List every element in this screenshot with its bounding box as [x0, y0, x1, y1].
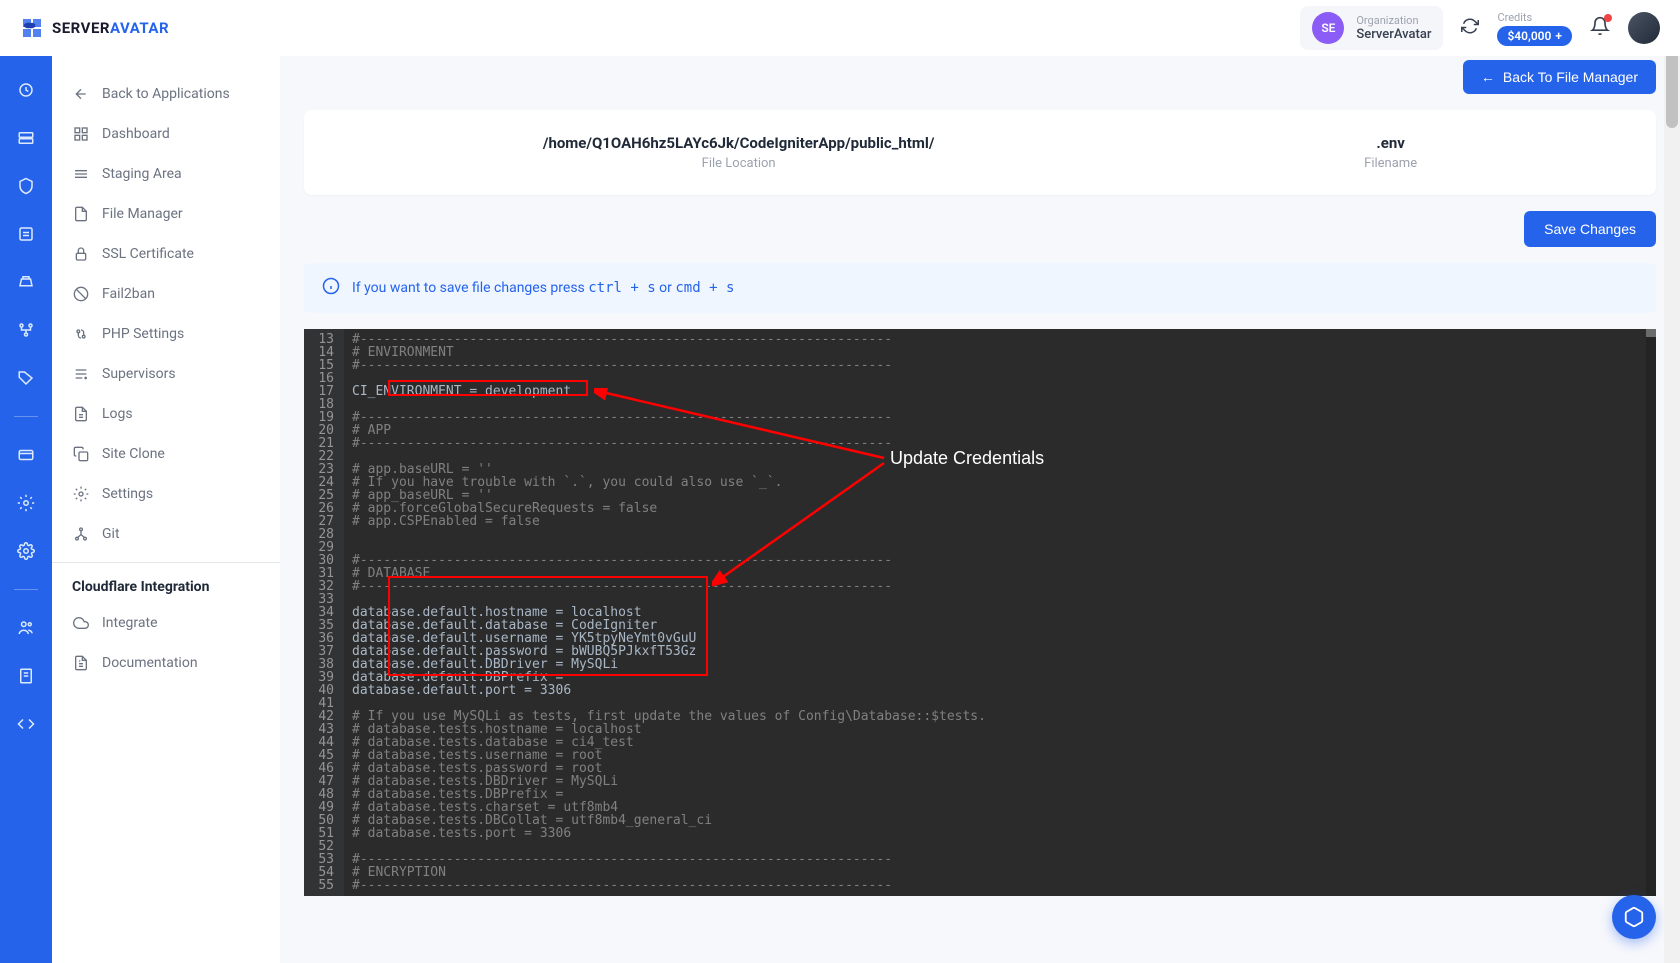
- sidebar-db-icon[interactable]: [16, 224, 36, 244]
- back-button-label: Back To File Manager: [1503, 69, 1638, 85]
- org-label: Organization: [1356, 14, 1431, 27]
- side-nav: Back to Applications Dashboard Staging Ar…: [52, 56, 280, 963]
- nav-label: Fail2ban: [102, 286, 155, 302]
- sidenav-item-site-clone[interactable]: Site Clone: [52, 434, 280, 474]
- sidenav-item-documentation[interactable]: Documentation: [52, 643, 280, 683]
- page-scrollbar[interactable]: [1664, 0, 1680, 963]
- sidenav-item-dashboard[interactable]: Dashboard: [52, 114, 280, 154]
- arrow-left-icon: [72, 85, 90, 103]
- sidenav-item-file-manager[interactable]: File Manager: [52, 194, 280, 234]
- nav-label: Git: [102, 526, 120, 542]
- sidenav-item-php-settings[interactable]: PHP Settings: [52, 314, 280, 354]
- save-hint: If you want to save file changes press c…: [304, 263, 1656, 313]
- nav-icon: [72, 325, 90, 343]
- sidebar-docs-icon[interactable]: [16, 666, 36, 686]
- organization-selector[interactable]: SE Organization ServerAvatar: [1300, 6, 1443, 50]
- sidebar-tag-icon[interactable]: [16, 368, 36, 388]
- back-label: Back to Applications: [102, 86, 230, 102]
- editor-scrollbar[interactable]: [1646, 329, 1656, 896]
- nav-icon: [72, 125, 90, 143]
- icon-sidebar: [0, 56, 52, 963]
- notification-dot: [1604, 14, 1612, 22]
- file-location-label: File Location: [543, 156, 935, 171]
- nav-label: Dashboard: [102, 126, 170, 142]
- file-location-value: /home/Q1OAH6hz5LAYc6Jk/CodeIgniterApp/pu…: [543, 134, 935, 152]
- nav-icon: [72, 245, 90, 263]
- back-to-applications[interactable]: Back to Applications: [52, 74, 280, 114]
- nav-label: Staging Area: [102, 166, 182, 182]
- line-gutter: 1314151617181920212223242526272829303132…: [304, 329, 344, 896]
- nav-label: Logs: [102, 406, 133, 422]
- back-to-file-manager-button[interactable]: ← Back To File Manager: [1463, 60, 1656, 94]
- org-avatar: SE: [1312, 12, 1344, 44]
- nav-label: PHP Settings: [102, 326, 184, 342]
- nav-icon: [72, 445, 90, 463]
- credits-badge[interactable]: $40,000 +: [1497, 26, 1572, 46]
- sidebar-code-icon[interactable]: [16, 714, 36, 734]
- nav-label: Documentation: [102, 655, 198, 671]
- sidebar-network-icon[interactable]: [16, 320, 36, 340]
- sidenav-item-logs[interactable]: Logs: [52, 394, 280, 434]
- filename-label: Filename: [1364, 156, 1417, 171]
- save-changes-button[interactable]: Save Changes: [1524, 211, 1656, 247]
- sidenav-item-supervisors[interactable]: Supervisors: [52, 354, 280, 394]
- refresh-icon[interactable]: [1461, 17, 1479, 39]
- header: SERVERAVATAR SE Organization ServerAvata…: [0, 0, 1680, 56]
- logo[interactable]: SERVERAVATAR: [20, 16, 169, 40]
- nav-icon: [72, 205, 90, 223]
- credits-label: Credits: [1497, 11, 1572, 24]
- sidebar-team-icon[interactable]: [16, 618, 36, 638]
- sidenav-item-fail2ban[interactable]: Fail2ban: [52, 274, 280, 314]
- filename-value: .env: [1364, 134, 1417, 152]
- nav-icon: [72, 165, 90, 183]
- nav-label: SSL Certificate: [102, 246, 194, 262]
- code-content[interactable]: Update Credentials #--------------------…: [344, 329, 1656, 896]
- nav-label: Site Clone: [102, 446, 165, 462]
- main-content: ← Back To File Manager /home/Q1OAH6hz5LA…: [280, 56, 1680, 963]
- sidebar-dashboard-icon[interactable]: [16, 80, 36, 100]
- credits-box: Credits $40,000 +: [1497, 11, 1572, 46]
- arrow-left-icon: ←: [1481, 69, 1495, 85]
- user-avatar[interactable]: [1628, 12, 1660, 44]
- nav-icon: [72, 614, 90, 632]
- logo-text: SERVERAVATAR: [52, 19, 169, 37]
- nav-label: Settings: [102, 486, 153, 502]
- nav-icon: [72, 654, 90, 672]
- sidebar-storage-icon[interactable]: [16, 272, 36, 292]
- sidenav-item-git[interactable]: Git: [52, 514, 280, 554]
- info-icon: [322, 277, 340, 299]
- code-editor[interactable]: 1314151617181920212223242526272829303132…: [304, 329, 1656, 896]
- nav-label: Supervisors: [102, 366, 176, 382]
- help-fab[interactable]: [1612, 895, 1656, 939]
- sidebar-apps-icon[interactable]: [16, 176, 36, 196]
- nav-icon: [72, 365, 90, 383]
- sidenav-item-staging-area[interactable]: Staging Area: [52, 154, 280, 194]
- nav-icon: [72, 525, 90, 543]
- nav-icon: [72, 405, 90, 423]
- annotation-label: Update Credentials: [890, 449, 1044, 467]
- sidebar-servers-icon[interactable]: [16, 128, 36, 148]
- notifications-icon[interactable]: [1590, 16, 1610, 40]
- cloudflare-section-header: Cloudflare Integration: [52, 562, 280, 603]
- nav-icon: [72, 285, 90, 303]
- sidebar-gear-icon[interactable]: [16, 493, 36, 513]
- file-info-card: /home/Q1OAH6hz5LAYc6Jk/CodeIgniterApp/pu…: [304, 110, 1656, 195]
- sidenav-item-integrate[interactable]: Integrate: [52, 603, 280, 643]
- org-name: ServerAvatar: [1356, 27, 1431, 42]
- sidebar-card-icon[interactable]: [16, 445, 36, 465]
- nav-icon: [72, 485, 90, 503]
- sidenav-item-ssl-certificate[interactable]: SSL Certificate: [52, 234, 280, 274]
- nav-label: Integrate: [102, 615, 158, 631]
- sidenav-item-settings[interactable]: Settings: [52, 474, 280, 514]
- hint-text: If you want to save file changes press c…: [352, 280, 734, 296]
- nav-label: File Manager: [102, 206, 183, 222]
- logo-icon: [20, 16, 44, 40]
- sidebar-settings-icon[interactable]: [16, 541, 36, 561]
